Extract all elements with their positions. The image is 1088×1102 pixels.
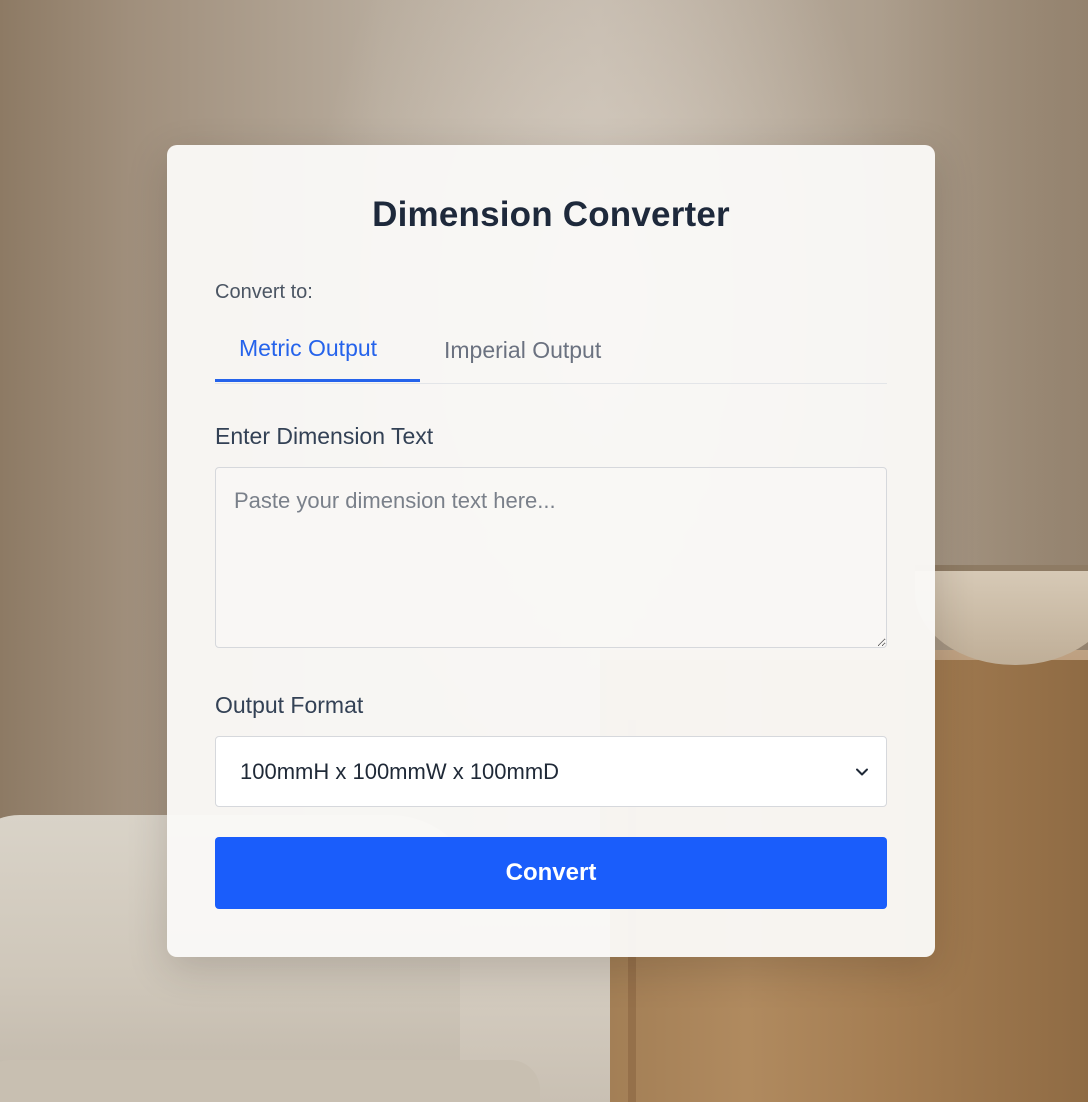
background-armchair-seat xyxy=(0,1060,540,1102)
dimension-text-label: Enter Dimension Text xyxy=(215,423,434,449)
page-title: Dimension Converter xyxy=(372,195,730,234)
tab-imperial-output[interactable]: Imperial Output xyxy=(420,323,601,381)
convert-button[interactable]: Convert xyxy=(215,837,887,909)
tab-metric-output[interactable]: Metric Output xyxy=(215,323,420,382)
dimension-text-input[interactable] xyxy=(215,467,887,648)
chevron-down-icon xyxy=(852,762,872,782)
output-tabs: Metric Output Imperial Output xyxy=(215,323,887,384)
converter-card: Dimension Converter Convert to: Metric O… xyxy=(167,145,935,957)
output-format-selected-value: 100mmH x 100mmW x 100mmD xyxy=(240,758,560,784)
output-format-select[interactable]: 100mmH x 100mmW x 100mmD xyxy=(215,736,887,807)
output-format-label: Output Format xyxy=(215,692,364,718)
convert-to-label: Convert to: xyxy=(215,281,313,303)
